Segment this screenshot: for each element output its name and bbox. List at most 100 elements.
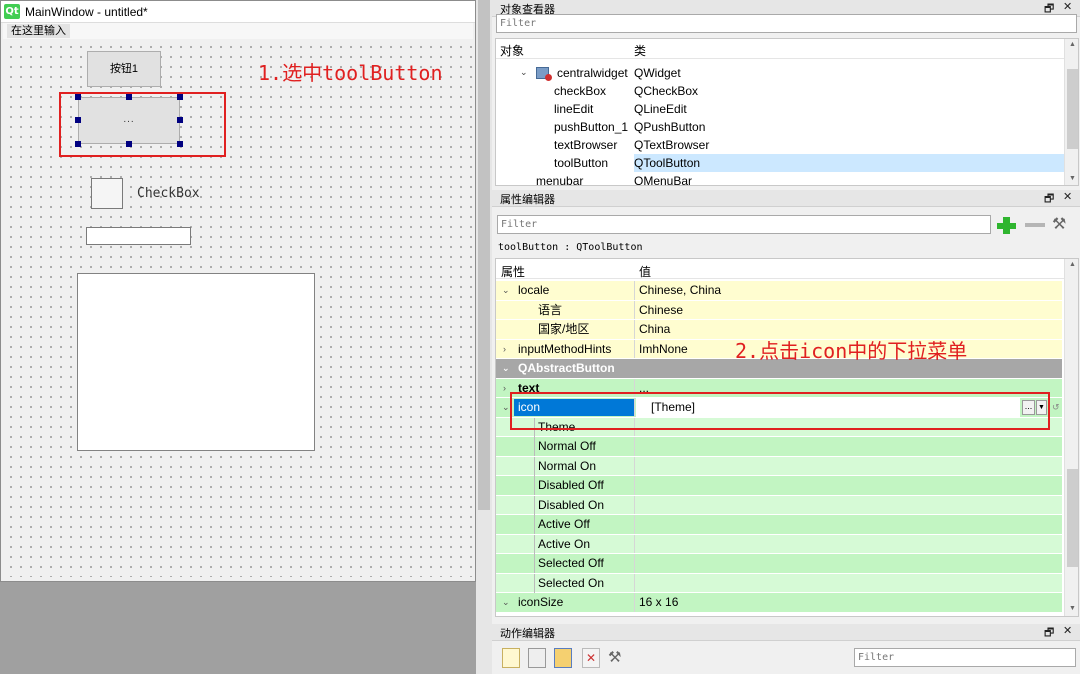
expand-arrow-icon[interactable]: › — [503, 379, 506, 398]
float-icon[interactable]: 🗗 — [1044, 624, 1054, 643]
close-icon[interactable]: ✕ — [1063, 0, 1072, 13]
object-class: QWidget — [634, 66, 681, 80]
collapse-arrow-icon[interactable]: ⌄ — [502, 359, 510, 378]
property-name: Active Off — [538, 517, 590, 531]
property-row-normal-on[interactable]: Normal On — [496, 456, 1062, 476]
object-class: QTextBrowser — [634, 138, 710, 152]
object-name: pushButton_1 — [554, 120, 629, 134]
property-name: iconSize — [518, 595, 564, 609]
object-name: textBrowser — [554, 138, 618, 152]
remove-property-icon[interactable] — [1025, 223, 1045, 227]
object-name: centralwidget — [557, 66, 628, 80]
property-row-active-off[interactable]: Active Off — [496, 515, 1062, 535]
object-tree[interactable]: 对象 类 ⌄ centralwidget QWidget checkBox QC… — [495, 38, 1079, 186]
object-class: QCheckBox — [634, 84, 699, 98]
tree-row-pushbutton[interactable]: pushButton_1 QPushButton — [496, 118, 1064, 136]
form-title-bar[interactable]: Qt MainWindow - untitled* — [1, 1, 475, 23]
property-name: locale — [518, 283, 550, 297]
property-name: Disabled Off — [538, 478, 604, 492]
property-row-normal-off[interactable]: Normal Off — [496, 437, 1062, 457]
reset-property-icon[interactable]: ↺ — [1052, 398, 1060, 417]
object-class: QPushButton — [634, 120, 706, 134]
object-class: QLineEdit — [634, 102, 687, 116]
collapse-arrow-icon[interactable]: ⌄ — [502, 398, 510, 417]
property-row-language[interactable]: 语言 Chinese — [496, 300, 1062, 320]
property-row-selected-on[interactable]: Selected On — [496, 573, 1062, 593]
scrollbar-thumb[interactable] — [478, 0, 490, 510]
property-object-label: toolButton : QToolButton — [498, 242, 643, 253]
line-edit-widget[interactable] — [86, 227, 191, 245]
expand-arrow-icon[interactable]: › — [503, 340, 506, 359]
collapse-arrow-icon[interactable]: ⌄ — [520, 63, 528, 81]
object-name: toolButton — [554, 156, 609, 170]
object-filter-input[interactable]: Filter — [496, 14, 1077, 33]
action-editor-title: 动作编辑器 — [500, 628, 555, 640]
column-class[interactable]: 类 — [634, 42, 646, 59]
qt-logo-icon: Qt — [4, 4, 20, 19]
new-action-icon[interactable] — [502, 648, 520, 668]
scroll-up-icon[interactable]: ▲ — [1069, 261, 1076, 268]
paste-action-icon[interactable] — [554, 648, 572, 668]
property-table[interactable]: 属性 值 ⌄ locale Chinese, China 语言 Chinese … — [495, 258, 1079, 617]
close-icon[interactable]: ✕ — [1063, 190, 1072, 203]
property-value: 16 x 16 — [639, 595, 679, 609]
copy-action-icon[interactable] — [528, 648, 546, 668]
property-name: Normal On — [538, 458, 597, 473]
property-name: Normal Off — [538, 439, 596, 453]
no-layout-icon — [545, 74, 552, 81]
tree-row-lineedit[interactable]: lineEdit QLineEdit — [496, 100, 1064, 118]
property-row-active-on[interactable]: Active On — [496, 534, 1062, 554]
tree-row-menubar[interactable]: menubar QMenuBar — [496, 172, 1064, 186]
scroll-down-icon[interactable]: ▼ — [1069, 175, 1076, 182]
object-name: menubar — [536, 174, 584, 186]
menu-type-here[interactable]: 在这里输入 — [7, 24, 70, 38]
property-row-iconsize[interactable]: ⌄ iconSize 16 x 16 — [496, 593, 1062, 613]
delete-action-icon[interactable]: ✕ — [582, 648, 600, 668]
configure-wrench-icon[interactable]: ⚒ — [608, 648, 626, 668]
property-name: Selected Off — [538, 556, 604, 570]
property-name: Disabled On — [538, 497, 605, 512]
property-name: Active On — [538, 536, 591, 551]
property-value: Chinese, China — [639, 283, 722, 297]
tree-row-centralwidget[interactable]: ⌄ centralwidget QWidget — [496, 64, 1064, 82]
scrollbar-thumb[interactable] — [1067, 69, 1078, 149]
property-table-scrollbar[interactable]: ▲ ▼ — [1064, 259, 1078, 616]
scroll-down-icon[interactable]: ▼ — [1069, 605, 1076, 612]
tree-row-checkbox[interactable]: checkBox QCheckBox — [496, 82, 1064, 100]
text-browser-widget[interactable] — [77, 273, 315, 451]
column-property[interactable]: 属性 — [501, 263, 525, 280]
property-row-locale[interactable]: ⌄ locale Chinese, China — [496, 281, 1062, 301]
column-value[interactable]: 值 — [639, 263, 651, 280]
action-filter-input[interactable]: Filter — [854, 648, 1076, 667]
property-row-selected-off[interactable]: Selected Off — [496, 554, 1062, 574]
property-filter-input[interactable]: Filter — [497, 215, 991, 234]
add-property-icon[interactable] — [996, 216, 1018, 236]
form-menubar[interactable]: 在这里输入 — [3, 23, 473, 39]
checkbox-widget[interactable] — [91, 178, 123, 209]
object-name: lineEdit — [554, 102, 594, 116]
property-row-disabled-off[interactable]: Disabled Off — [496, 476, 1062, 496]
designer-area: Qt MainWindow - untitled* 在这里输入 按钮1 ... … — [0, 0, 476, 674]
object-name: checkBox — [554, 84, 607, 98]
push-button-1[interactable]: 按钮1 — [87, 51, 161, 87]
collapse-arrow-icon[interactable]: ⌄ — [502, 593, 510, 612]
column-object[interactable]: 对象 — [500, 42, 524, 59]
form-title: MainWindow - untitled* — [25, 5, 148, 19]
section-name: QAbstractButton — [518, 361, 615, 375]
close-icon[interactable]: ✕ — [1063, 624, 1072, 637]
property-value: Chinese — [639, 302, 684, 317]
tree-row-toolbutton-selected[interactable]: toolButton QToolButton — [496, 154, 1064, 172]
scrollbar-thumb[interactable] — [1067, 469, 1078, 567]
object-class: QToolButton — [634, 156, 701, 170]
scroll-up-icon[interactable]: ▲ — [1069, 41, 1076, 48]
property-table-header: 属性 值 — [496, 259, 1078, 279]
float-icon[interactable]: 🗗 — [1044, 190, 1054, 209]
configure-wrench-icon[interactable]: ⚒ — [1052, 214, 1074, 236]
collapse-arrow-icon[interactable]: ⌄ — [502, 281, 510, 300]
property-row-disabled-on[interactable]: Disabled On — [496, 495, 1062, 515]
tree-row-textbrowser[interactable]: textBrowser QTextBrowser — [496, 136, 1064, 154]
checkbox-label: CheckBox — [137, 186, 200, 201]
object-tree-scrollbar[interactable]: ▲ ▼ — [1064, 39, 1078, 185]
property-name: 国家/地区 — [538, 322, 590, 336]
property-name: Selected On — [538, 575, 605, 590]
